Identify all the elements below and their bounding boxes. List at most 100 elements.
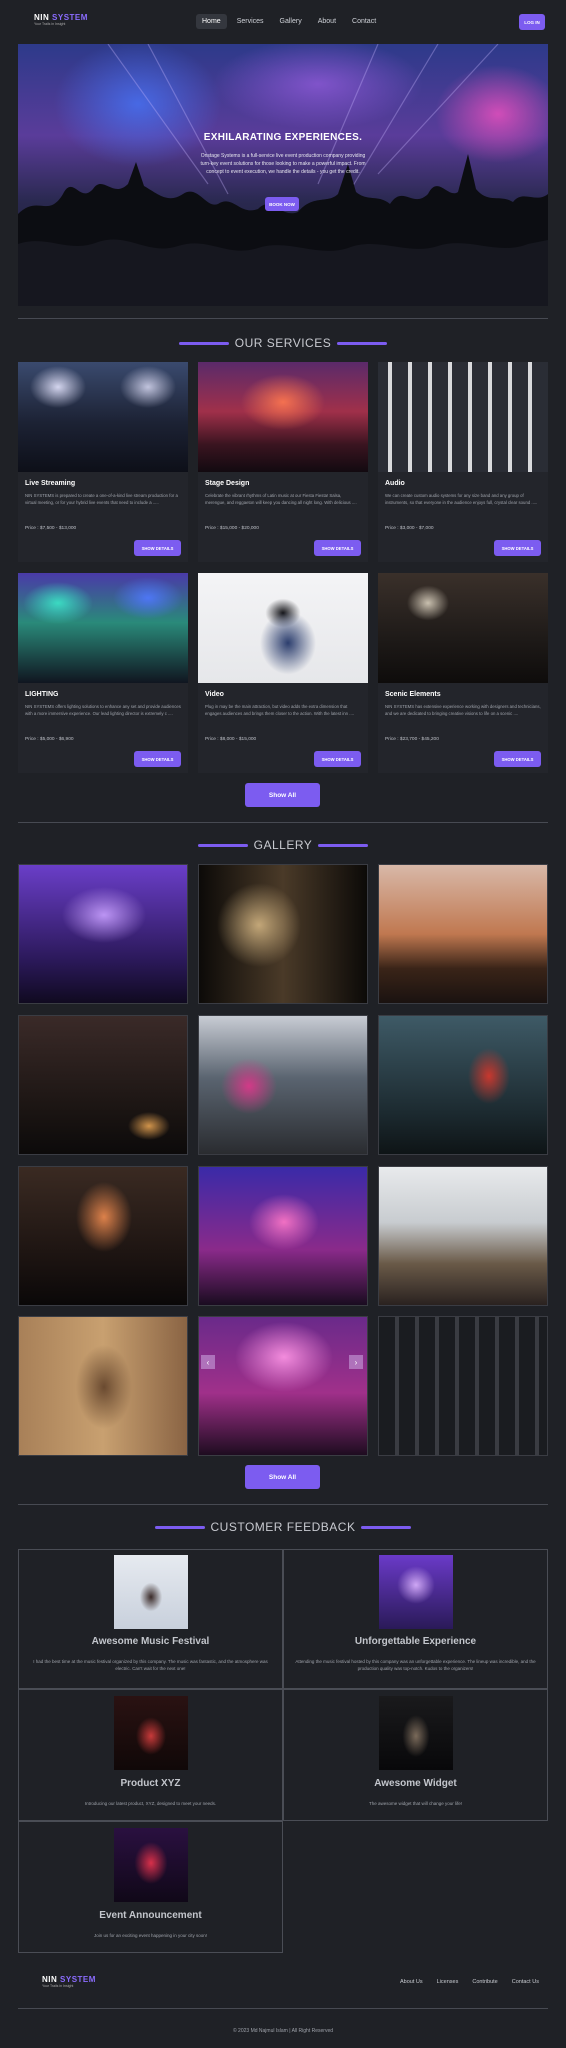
- live-streaming-image: [18, 362, 188, 472]
- service-card-live-streaming: Live Streaming NIN SYSTEMS is prepared t…: [18, 362, 188, 562]
- card-title: LIGHTING: [25, 691, 59, 698]
- card-description: Plug in may be the main attraction, but …: [205, 704, 355, 716]
- footer-link-contribute[interactable]: Contribute: [472, 1979, 497, 1985]
- brand-name-part2: SYSTEM: [52, 13, 88, 22]
- show-details-button[interactable]: SHOW DETAILS: [134, 540, 181, 556]
- brand-tagline: Your Trails in Insight: [42, 1984, 74, 1988]
- gallery-image-smoke-performer[interactable]: [198, 864, 368, 1004]
- feedback-card: Product XYZ Introducing our latest produ…: [18, 1689, 283, 1821]
- nav-link-gallery[interactable]: Gallery: [274, 14, 308, 29]
- brand-name-part1: NIN: [42, 1975, 58, 1984]
- show-details-button[interactable]: SHOW DETAILS: [314, 540, 361, 556]
- gallery-image-band-stage[interactable]: [18, 1015, 188, 1155]
- gallery-image-dj-red-cap[interactable]: [378, 1015, 548, 1155]
- services-heading: OUR SERVICES: [0, 336, 566, 350]
- feedback-avatar-image: [114, 1828, 188, 1902]
- gallery-image-singer-sepia[interactable]: [18, 1316, 188, 1456]
- login-button[interactable]: LOG IN: [519, 14, 545, 30]
- card-description: NIN SYSTEMS is prepared to create a one-…: [25, 493, 178, 505]
- card-price: Price : $23,700 - $45,200: [385, 737, 439, 742]
- footer-link-about[interactable]: About Us: [400, 1979, 423, 1985]
- carousel-prev-icon[interactable]: ‹: [201, 1355, 215, 1369]
- nav-link-services[interactable]: Services: [231, 14, 270, 29]
- video-camera-image: [198, 573, 368, 683]
- gallery-image-dj-turntables[interactable]: [378, 1316, 548, 1456]
- footer-divider: [18, 2008, 548, 2009]
- hero-banner: EXHILARATING EXPERIENCES. Onstage System…: [18, 44, 548, 306]
- card-title: Audio: [385, 480, 405, 487]
- scenic-elements-image: [378, 573, 548, 683]
- carousel-next-icon[interactable]: ›: [349, 1355, 363, 1369]
- gallery-heading: GALLERY: [0, 838, 566, 852]
- feedback-text: The awesome widget that will change your…: [368, 1801, 463, 1806]
- card-description: We can create custom audio systems for a…: [385, 493, 538, 505]
- card-price: Price : $7,500 - $13,000: [25, 526, 77, 531]
- heading-bar-left: [154, 1525, 205, 1529]
- card-description: Celebrate the vibrant rhythms of Latin m…: [205, 493, 357, 505]
- feedback-text: Join us for an exciting event happening …: [93, 1933, 208, 1938]
- section-divider: [18, 1504, 548, 1505]
- hero-title: EXHILARATING EXPERIENCES.: [203, 132, 363, 143]
- book-now-button[interactable]: BOOK NOW: [265, 197, 299, 211]
- nav-link-contact[interactable]: Contact: [346, 14, 382, 29]
- brand-logo[interactable]: NIN SYSTEM Your Trails in Insight: [34, 14, 88, 27]
- feedback-title: Unforgettable Experience: [354, 1636, 477, 1647]
- card-title: Stage Design: [205, 480, 250, 487]
- services-title: OUR SERVICES: [234, 336, 332, 350]
- footer-links: About Us Licenses Contribute Contact Us: [400, 1979, 539, 1985]
- gallery-image-drummers-parade[interactable]: [198, 1015, 368, 1155]
- service-card-lighting: LIGHTING NIN SYSTEMS offers lighting sol…: [18, 573, 188, 773]
- feedback-card: Awesome Widget The awesome widget that w…: [283, 1689, 548, 1821]
- heading-bar-right: [318, 843, 369, 847]
- feedback-title: Product XYZ: [120, 1778, 181, 1789]
- footer-link-contact[interactable]: Contact Us: [512, 1979, 539, 1985]
- service-card-audio: Audio We can create custom audio systems…: [378, 362, 548, 562]
- feedback-avatar-image: [379, 1555, 453, 1629]
- gallery-show-all-button[interactable]: Show All: [245, 1465, 320, 1489]
- services-show-all-button[interactable]: Show All: [245, 783, 320, 807]
- card-price: Price : $3,000 - $7,000: [385, 526, 434, 531]
- card-title: Video: [205, 691, 224, 698]
- gallery-image-stage-purple[interactable]: [18, 864, 188, 1004]
- service-card-scenic-elements: Scenic Elements NIN SYSTEMS has extensiv…: [378, 573, 548, 773]
- service-card-stage-design: Stage Design Celebrate the vibrant rhyth…: [198, 362, 368, 562]
- show-details-button[interactable]: SHOW DETAILS: [134, 751, 181, 767]
- show-details-button[interactable]: SHOW DETAILS: [494, 751, 541, 767]
- nav-links: Home Services Gallery About Contact: [196, 14, 382, 29]
- feedback-card: Event Announcement Join us for an exciti…: [18, 1821, 283, 1953]
- heading-bar-right: [337, 341, 388, 345]
- feedback-text: Introducing our latest product, XYZ, des…: [84, 1801, 217, 1806]
- gallery-image-outdoor-festival[interactable]: [378, 1166, 548, 1306]
- brand-name-part2: SYSTEM: [60, 1975, 96, 1984]
- feedback-title: CUSTOMER FEEDBACK: [210, 1520, 356, 1534]
- stage-design-image: [198, 362, 368, 472]
- gallery-image-concert-magenta[interactable]: [198, 1166, 368, 1306]
- gallery-image-carnival-ride[interactable]: [378, 864, 548, 1004]
- card-description: NIN SYSTEMS has extensive experience wor…: [385, 704, 541, 716]
- brand-tagline: Your Trails in Insight: [34, 22, 66, 26]
- heading-bar-left: [197, 843, 248, 847]
- nav-link-about[interactable]: About: [312, 14, 342, 29]
- card-price: Price : $5,000 - $6,900: [25, 737, 74, 742]
- top-navbar: NIN SYSTEM Your Trails in Insight Home S…: [0, 0, 566, 44]
- footer-logo[interactable]: NIN SYSTEM Your Trails in Insight: [42, 1976, 96, 1989]
- service-card-video: Video Plug in may be the main attraction…: [198, 573, 368, 773]
- feedback-avatar-image: [114, 1696, 188, 1770]
- feedback-card: Awesome Music Festival I had the best ti…: [18, 1549, 283, 1689]
- feedback-title: Awesome Music Festival: [91, 1636, 210, 1647]
- card-title: Scenic Elements: [385, 691, 441, 698]
- footer-link-licenses[interactable]: Licenses: [437, 1979, 459, 1985]
- lighting-image: [18, 573, 188, 683]
- nav-link-home[interactable]: Home: [196, 14, 227, 29]
- feedback-avatar-image: [379, 1696, 453, 1770]
- card-price: Price : $8,000 - $15,000: [205, 737, 257, 742]
- feedback-title: Awesome Widget: [374, 1778, 457, 1789]
- gallery-image-pink-lights[interactable]: ‹ ›: [198, 1316, 368, 1456]
- heading-bar-right: [361, 1525, 412, 1529]
- show-details-button[interactable]: SHOW DETAILS: [314, 751, 361, 767]
- gallery-image-flame-stage[interactable]: [18, 1166, 188, 1306]
- show-details-button[interactable]: SHOW DETAILS: [494, 540, 541, 556]
- feedback-avatar-image: [114, 1555, 188, 1629]
- feedback-title: Event Announcement: [99, 1910, 202, 1921]
- feedback-text: I had the best time at the music festiva…: [33, 1659, 268, 1671]
